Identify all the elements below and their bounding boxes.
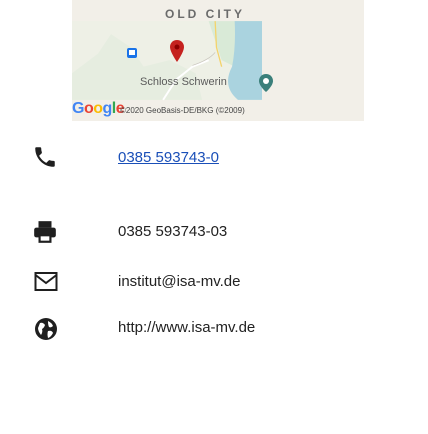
map-place-label: Schloss Schwerin	[140, 76, 227, 88]
globe-icon	[35, 318, 57, 340]
map-marker-icon[interactable]	[170, 40, 184, 62]
fax-number: 0385 593743-03	[118, 223, 228, 240]
map-district-label: OLD CITY	[165, 7, 245, 21]
email-address: institut@isa-mv.de	[118, 273, 241, 290]
contact-row-email: institut@isa-mv.de	[0, 269, 428, 309]
place-pin-icon[interactable]	[258, 74, 274, 92]
printer-icon	[34, 221, 56, 243]
google-logo[interactable]: Google	[72, 100, 125, 118]
transit-stop-icon	[127, 48, 137, 58]
phone-icon	[35, 147, 55, 167]
contact-row-website: http://www.isa-mv.de	[0, 315, 428, 355]
contact-row-phone: 0385 593743-0	[0, 147, 428, 187]
website-url: http://www.isa-mv.de	[118, 319, 256, 336]
envelope-icon	[34, 272, 58, 291]
phone-link[interactable]: 0385 593743-0	[118, 149, 219, 166]
map-attribution: ©2020 GeoBasis-DE/BKG (©2009)	[120, 106, 245, 115]
contact-row-fax: 0385 593743-03	[0, 221, 428, 261]
embedded-map[interactable]: OLD CITY Schloss Schwerin Google ©2020 G…	[72, 0, 364, 121]
